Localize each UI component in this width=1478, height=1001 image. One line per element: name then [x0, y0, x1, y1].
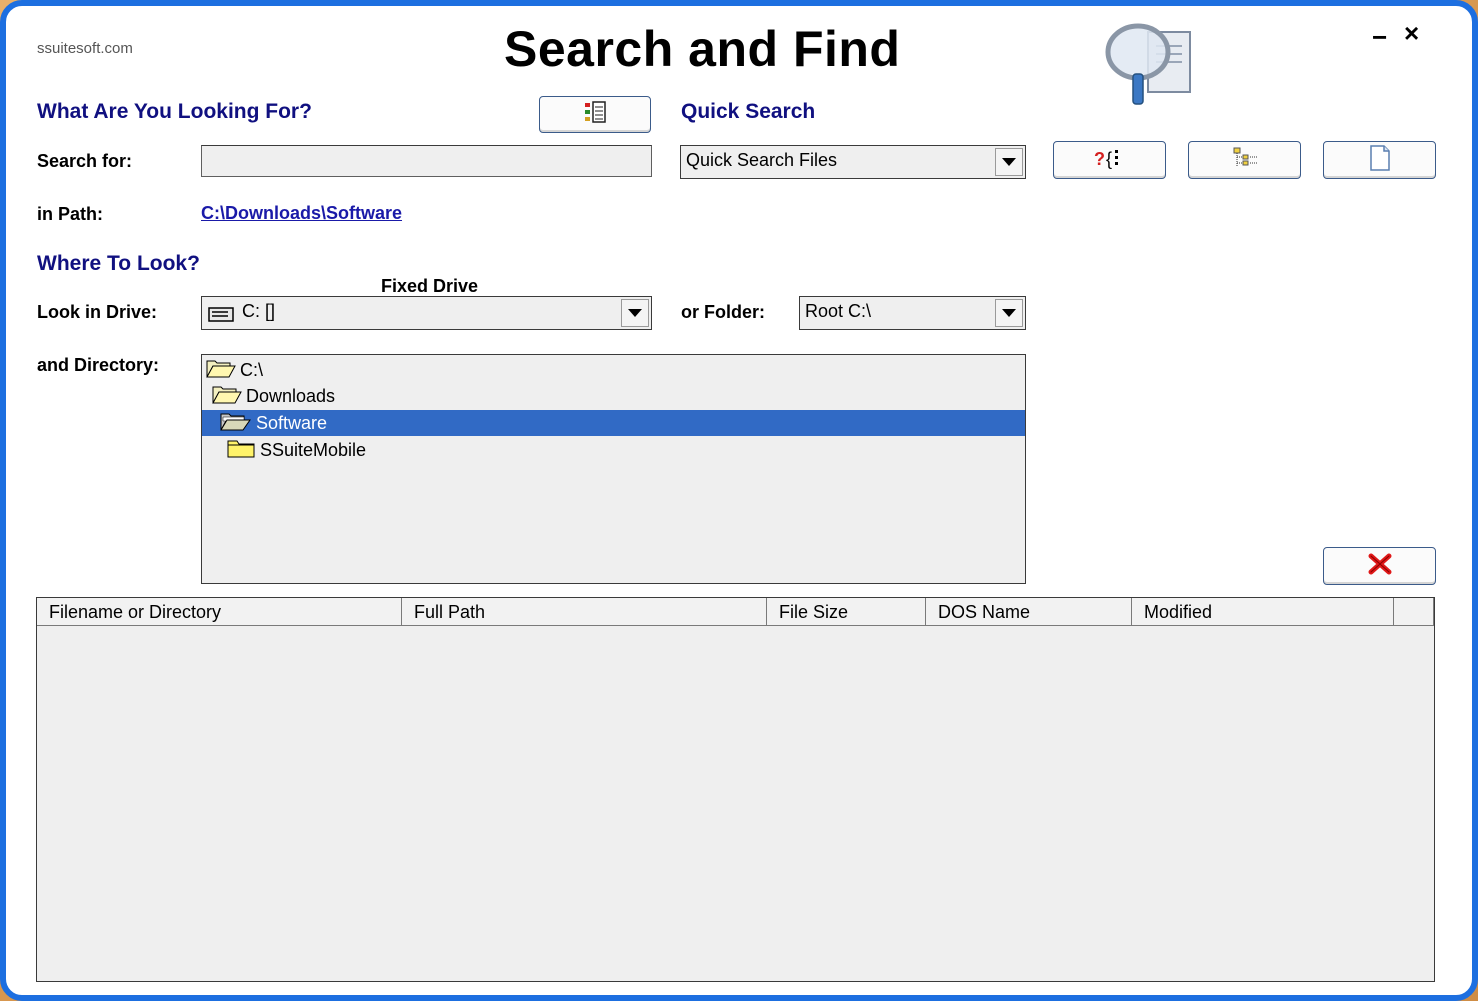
properties-icon — [584, 101, 606, 128]
quick-search-select[interactable]: Quick Search Files — [680, 145, 1026, 179]
in-path-label: in Path: — [37, 204, 103, 224]
tree-node-software[interactable]: Software — [202, 410, 1025, 436]
new-search-button[interactable] — [1323, 141, 1436, 179]
search-options-button[interactable] — [539, 96, 651, 133]
chevron-down-icon[interactable] — [995, 148, 1023, 176]
hard-drive-icon — [208, 306, 234, 327]
open-folder-icon — [206, 358, 240, 383]
blank-page-icon — [1369, 144, 1391, 176]
results-list[interactable]: Filename or Directory Full Path File Siz… — [36, 597, 1435, 982]
column-header-full-path[interactable]: Full Path — [402, 598, 767, 626]
column-header-dos-name[interactable]: DOS Name — [926, 598, 1132, 626]
directory-tree[interactable]: C:\ Downloads Software SSuiteMobile — [201, 354, 1026, 584]
tree-node-label: C:\ — [240, 359, 264, 380]
column-header-filler — [1394, 598, 1434, 626]
path-link[interactable]: C:\Downloads\Software — [201, 203, 402, 224]
minimize-button[interactable]: − — [1372, 22, 1387, 53]
tree-node-downloads[interactable]: Downloads — [212, 383, 335, 409]
tree-node-label: Downloads — [246, 385, 336, 406]
clear-results-button[interactable] — [1323, 547, 1436, 585]
look-in-drive-label: Look in Drive: — [37, 302, 158, 322]
help-button[interactable]: ? { — [1053, 141, 1166, 179]
tree-view-button[interactable] — [1188, 141, 1301, 179]
folder-value: Root C:\ — [805, 301, 872, 321]
folder-label: or Folder: — [681, 302, 765, 322]
open-folder-icon — [212, 384, 246, 409]
app-window: ssuitesoft.com Search and Find − × What … — [0, 0, 1478, 1001]
folder-icon — [226, 438, 260, 463]
column-header-modified[interactable]: Modified — [1132, 598, 1394, 626]
directory-label: and Directory: — [37, 355, 160, 375]
tree-node-label: SSuiteMobile — [260, 439, 367, 460]
search-for-label: Search for: — [37, 151, 133, 171]
drive-select[interactable]: C: [] — [201, 296, 652, 330]
quick-search-heading: Quick Search — [681, 100, 816, 123]
tree-view-icon — [1232, 147, 1258, 174]
svg-text:?: ? — [1094, 149, 1105, 169]
drive-value: C: [] — [242, 301, 276, 321]
open-folder-icon — [220, 411, 256, 436]
chevron-down-icon[interactable] — [995, 299, 1023, 327]
where-to-look-heading: Where To Look? — [37, 252, 200, 275]
drive-type-label: Fixed Drive — [381, 276, 479, 296]
site-name: ssuitesoft.com — [37, 40, 133, 57]
magnifier-document-icon — [1104, 22, 1196, 111]
help-icon: ? { — [1093, 147, 1127, 174]
chevron-down-icon[interactable] — [621, 299, 649, 327]
close-button[interactable]: × — [1404, 18, 1419, 49]
column-header-filename[interactable]: Filename or Directory — [37, 598, 402, 626]
tree-node-label: Software — [256, 412, 328, 433]
red-x-icon — [1368, 553, 1392, 580]
folder-select[interactable]: Root C:\ — [799, 296, 1026, 330]
tree-node-ssuitemobile[interactable]: SSuiteMobile — [226, 437, 366, 463]
column-header-file-size[interactable]: File Size — [767, 598, 926, 626]
quick-search-value: Quick Search Files — [686, 150, 838, 170]
app-title: Search and Find — [504, 21, 901, 77]
search-input[interactable] — [201, 145, 652, 177]
tree-node-root[interactable]: C:\ — [206, 357, 263, 383]
svg-text:{: { — [1106, 149, 1112, 169]
looking-for-heading: What Are You Looking For? — [37, 100, 312, 123]
